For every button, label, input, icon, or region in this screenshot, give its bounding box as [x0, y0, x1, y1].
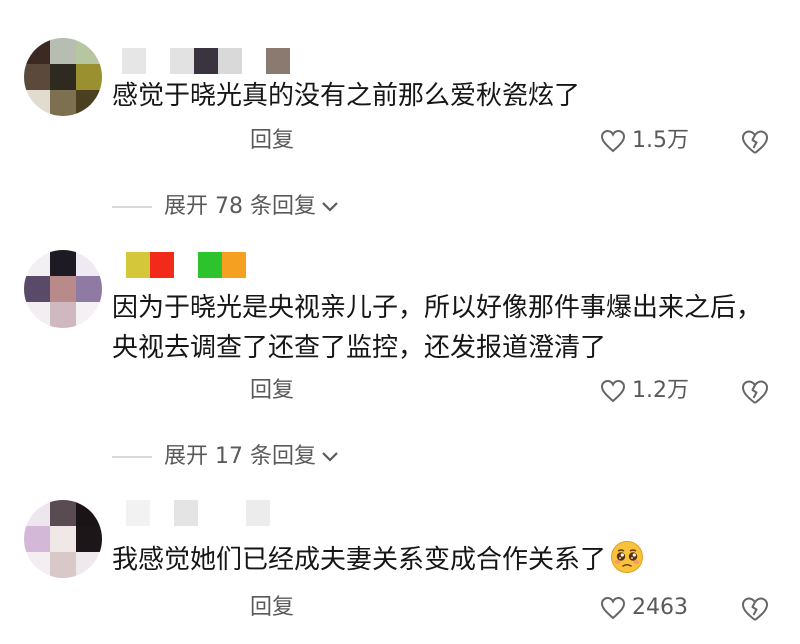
comment-text: 我感觉她们已经成夫妻关系变成合作关系了 [112, 540, 772, 580]
like-button[interactable]: 2463 [600, 593, 688, 623]
username-pixel [194, 48, 218, 74]
chevron-down-icon [322, 202, 338, 212]
avatar-pixel [76, 276, 102, 302]
username-pixel [150, 252, 174, 278]
avatar-pixel [24, 500, 50, 526]
avatar-pixel [50, 276, 76, 302]
username-pixel [222, 500, 246, 526]
reply-button[interactable]: 回复 [250, 593, 294, 623]
avatar-pixel [50, 500, 76, 526]
avatar[interactable] [24, 500, 102, 578]
username-pixel [242, 48, 266, 74]
heart-outline-icon [600, 379, 626, 403]
divider-line [112, 456, 152, 458]
username-pixel [170, 48, 194, 74]
avatar-pixel [76, 250, 102, 276]
avatar-pixel [50, 302, 76, 328]
avatar[interactable] [24, 250, 102, 328]
expand-replies-label: 展开 78 条回复 [164, 194, 316, 219]
expand-replies-button[interactable]: 展开 78 条回复 [112, 192, 340, 222]
avatar-pixel [76, 38, 102, 64]
comment-text: 感觉于晓光真的没有之前那么爱秋瓷炫了 [112, 81, 581, 111]
expand-replies-label: 展开 17 条回复 [164, 444, 316, 469]
avatar-pixel [50, 250, 76, 276]
like-button[interactable]: 1.2万 [600, 376, 689, 406]
chevron-down-icon [322, 452, 338, 462]
avatar-pixel [50, 38, 76, 64]
avatar-pixel [50, 526, 76, 552]
username-pixel [126, 252, 150, 278]
username-pixel [174, 252, 198, 278]
username-pixel [222, 252, 246, 278]
divider-line [112, 206, 152, 208]
expand-replies-button[interactable]: 展开 17 条回复 [112, 442, 340, 472]
broken-heart-icon[interactable] [740, 377, 770, 407]
heart-outline-icon [600, 596, 626, 620]
avatar[interactable] [24, 38, 102, 116]
avatar-pixel [50, 552, 76, 578]
avatar-pixel [76, 526, 102, 552]
avatar-pixel [76, 90, 102, 116]
avatar-pixel [76, 552, 102, 578]
reply-button[interactable]: 回复 [250, 126, 294, 156]
username-pixel [246, 500, 270, 526]
avatar-pixel [76, 64, 102, 90]
avatar-pixel [24, 90, 50, 116]
username-pixel [146, 48, 170, 74]
like-button[interactable]: 1.5万 [600, 126, 689, 156]
avatar-pixel [24, 526, 50, 552]
avatar-pixel [50, 64, 76, 90]
avatar-pixel [76, 500, 102, 526]
username-pixel [126, 500, 150, 526]
avatar-pixel [24, 302, 50, 328]
username-pixel [218, 48, 242, 74]
username-mosaic[interactable] [126, 252, 246, 278]
like-count: 1.5万 [632, 128, 689, 153]
username-pixel [198, 500, 222, 526]
avatar-pixel [24, 552, 50, 578]
username-mosaic[interactable] [126, 500, 270, 526]
username-mosaic[interactable] [122, 48, 290, 74]
heart-outline-icon [600, 129, 626, 153]
username-pixel [150, 500, 174, 526]
broken-heart-icon[interactable] [740, 127, 770, 157]
avatar-pixel [24, 276, 50, 302]
broken-heart-icon[interactable] [740, 594, 770, 624]
avatar-pixel [76, 302, 102, 328]
reply-button[interactable]: 回复 [250, 376, 294, 406]
avatar-pixel [24, 64, 50, 90]
username-pixel [198, 252, 222, 278]
avatar-pixel [50, 90, 76, 116]
like-count: 1.2万 [632, 378, 689, 403]
username-pixel [122, 48, 146, 74]
pleading-face-emoji [611, 541, 644, 573]
comment-text-content: 我感觉她们已经成夫妻关系变成合作关系了 [112, 545, 607, 575]
like-count: 2463 [632, 595, 688, 620]
avatar-pixel [24, 38, 50, 64]
avatar-pixel [24, 250, 50, 276]
comment-text: 因为于晓光是央视亲儿子，所以好像那件事爆出来之后，央视去调查了还查了监控，还发报… [112, 293, 763, 363]
username-pixel [266, 48, 290, 74]
username-pixel [174, 500, 198, 526]
